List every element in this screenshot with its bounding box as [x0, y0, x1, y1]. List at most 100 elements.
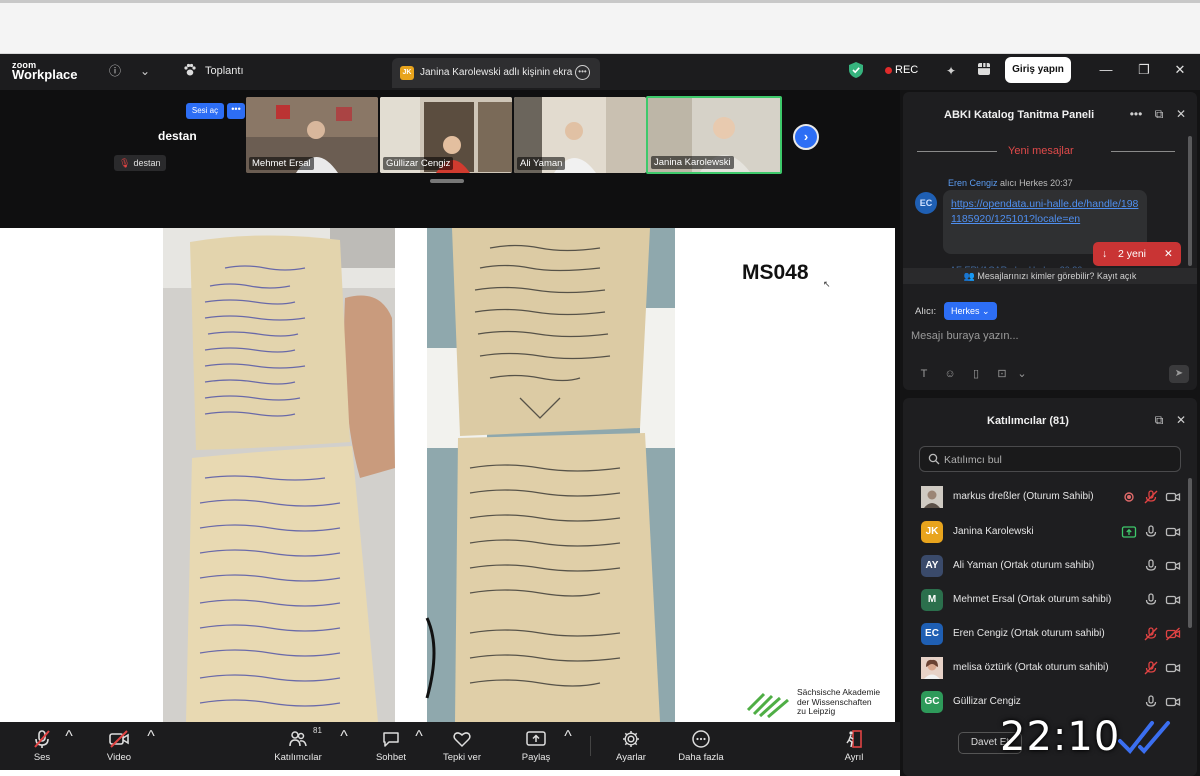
strip-resize-handle[interactable] — [430, 179, 464, 183]
participant-row[interactable]: M Mehmet Ersal (Ortak oturum sahibi) — [915, 586, 1187, 614]
mic-muted-icon[interactable] — [1143, 660, 1159, 676]
camera-icon[interactable] — [1165, 524, 1181, 540]
apps-icon[interactable] — [975, 62, 993, 80]
camera-icon[interactable] — [1165, 694, 1181, 710]
close-icon[interactable]: ✕ — [1173, 106, 1189, 122]
send-icon[interactable]: ➤ — [1169, 365, 1189, 383]
chat-title: ABKI Katalog Tanitma Paneli — [944, 109, 1095, 121]
self-tag-label: destan — [133, 158, 161, 168]
meeting-menu-label[interactable]: Toplantı — [205, 65, 244, 77]
shield-icon[interactable] — [849, 62, 863, 78]
participant-search-input[interactable] — [944, 452, 1174, 468]
mic-muted-icon[interactable] — [1143, 489, 1159, 505]
chat-privacy-notice[interactable]: 👥 Mesajlarınızı kimler görebilir? Kayıt … — [903, 268, 1197, 284]
camera-icon[interactable] — [1165, 558, 1181, 574]
active-speaker-thumbnail[interactable]: Janina Karolewski — [646, 96, 782, 174]
recipient-value: Herkes — [951, 306, 980, 316]
camera-icon[interactable] — [1165, 489, 1181, 505]
close-icon[interactable]: ✕ — [1164, 242, 1173, 266]
next-page-button[interactable]: › — [793, 124, 819, 150]
settings-button[interactable]: Ayarlar — [596, 728, 666, 763]
audio-label: Ses — [33, 752, 51, 763]
close-icon[interactable]: ✕ — [1173, 412, 1189, 428]
meeting-paw-icon — [181, 63, 199, 81]
mic-icon[interactable] — [1143, 558, 1159, 574]
video-thumbnail[interactable]: Mehmet Ersal — [246, 97, 378, 173]
new-messages-badge[interactable]: ↓ 2 yeni ✕ — [1093, 242, 1181, 266]
participant-row[interactable]: markus dreßler (Oturum Sahibi) — [915, 483, 1187, 511]
share-button[interactable]: Paylaş — [501, 728, 571, 763]
participants-options-chevron-icon[interactable]: ^ — [339, 728, 349, 746]
camera-off-icon[interactable] — [1165, 626, 1181, 642]
mic-icon[interactable] — [1143, 524, 1159, 540]
video-thumbnail[interactable]: Ali Yaman — [514, 97, 646, 173]
react-button[interactable]: Tepki ver — [427, 728, 497, 763]
video-button[interactable]: Video — [84, 728, 154, 763]
new-messages-label: Yeni mesajlar — [1008, 145, 1074, 157]
react-label: Tepki ver — [442, 752, 481, 763]
leave-button[interactable]: Ayrıl — [819, 728, 889, 763]
avatar: GC — [921, 691, 943, 713]
participants-label: Katılımcılar — [274, 752, 322, 763]
file-icon[interactable]: ▯ — [969, 367, 983, 381]
unmute-button[interactable]: Sesi aç — [186, 103, 224, 119]
mic-muted-icon[interactable] — [1143, 626, 1159, 642]
chat-options-chevron-icon[interactable]: ^ — [414, 728, 424, 746]
thumbnail-name: Mehmet Ersal — [249, 157, 314, 170]
chevron-down-icon[interactable]: ⌄ — [1015, 367, 1029, 381]
chat-scrollbar[interactable] — [1188, 136, 1192, 266]
participants-count: 81 — [313, 726, 322, 735]
more-options-icon[interactable]: ••• — [575, 65, 590, 80]
text-format-icon[interactable]: T — [917, 367, 931, 381]
close-icon[interactable]: ✕ — [1170, 60, 1190, 80]
screenshot-icon[interactable]: ⊡ — [995, 367, 1009, 381]
share-options-chevron-icon[interactable]: ^ — [563, 728, 573, 746]
minimize-icon[interactable]: — — [1096, 60, 1116, 80]
avatar: EC — [921, 623, 943, 645]
participant-search[interactable] — [919, 446, 1181, 472]
more-label: Daha fazla — [678, 752, 724, 763]
camera-icon[interactable] — [1165, 660, 1181, 676]
muted-mic-icon: 🎙 — [119, 158, 131, 168]
info-icon[interactable]: ⓘ — [106, 62, 124, 80]
camera-icon[interactable] — [1165, 592, 1181, 608]
participants-scrollbar[interactable] — [1188, 478, 1192, 628]
message-input[interactable] — [911, 327, 1189, 345]
share-label: Paylaş — [521, 752, 551, 763]
popout-icon[interactable]: ⧉ — [1151, 412, 1167, 428]
participant-row[interactable]: melisa öztürk (Ortak oturum sahibi) — [915, 654, 1187, 682]
mic-icon[interactable] — [1143, 694, 1159, 710]
mouse-cursor-icon: ↖ — [823, 279, 831, 289]
read-receipt-ticks-icon — [1118, 721, 1170, 755]
ai-sparkle-icon[interactable]: ✦ — [942, 62, 960, 80]
new-messages-count: 2 yeni — [1118, 248, 1147, 260]
chevron-down-icon[interactable]: ⌄ — [136, 62, 154, 80]
popout-icon[interactable]: ⧉ — [1151, 106, 1167, 122]
emoji-icon[interactable]: ☺ — [943, 367, 957, 381]
message-sender[interactable]: Eren Cengiz — [948, 178, 998, 188]
more-button[interactable]: Daha fazla — [666, 728, 736, 763]
participant-row[interactable]: JK Janina Karolewski — [915, 518, 1187, 546]
message-meta: Eren Cengiz alıcı Herkes 20:37 — [948, 178, 1073, 188]
privacy-text: Mesajlarınızı kimler görebilir? Kayıt aç… — [977, 271, 1137, 281]
maximize-icon[interactable]: ❐ — [1134, 60, 1154, 80]
video-thumbnail[interactable]: Güllizar Cengiz — [380, 97, 512, 173]
participants-button[interactable]: 81 Katılımcılar — [263, 726, 333, 763]
participant-row[interactable]: AY Ali Yaman (Ortak oturum sahibi) — [915, 552, 1187, 580]
recipient-select[interactable]: Herkes ⌄ — [944, 302, 997, 320]
participant-row[interactable]: EC Eren Cengiz (Ortak oturum sahibi) — [915, 620, 1187, 648]
self-tile-name: destan — [158, 129, 197, 143]
login-button[interactable]: Giriş yapın — [1005, 57, 1071, 83]
participant-row[interactable]: GC Güllizar Cengiz — [915, 688, 1187, 716]
search-icon — [928, 453, 940, 465]
chat-more-icon[interactable]: ••• — [1128, 106, 1144, 122]
tile-more-button[interactable]: ••• — [227, 103, 245, 119]
academy-name-line: zu Leipzig — [797, 706, 836, 716]
audio-options-chevron-icon[interactable]: ^ — [64, 728, 74, 746]
mic-icon[interactable] — [1143, 592, 1159, 608]
rec-label[interactable]: REC — [895, 64, 918, 76]
screen-share-tab[interactable]: JK Janina Karolewski adlı kişinin ekra •… — [392, 58, 600, 88]
people-icon: 👥 — [963, 271, 975, 281]
video-options-chevron-icon[interactable]: ^ — [146, 728, 156, 746]
sender-avatar: EC — [915, 192, 937, 214]
